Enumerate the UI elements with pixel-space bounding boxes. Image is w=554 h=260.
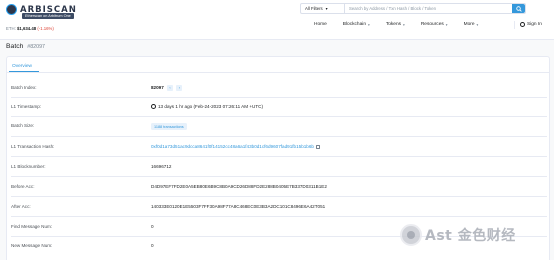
batch-index-label: Batch Index: xyxy=(11,85,37,90)
sign-in-link[interactable]: Sign In xyxy=(520,22,542,27)
row-divider xyxy=(11,156,547,157)
search-filter-dropdown[interactable]: All Filters ▾ xyxy=(301,4,345,13)
main-nav: Home Blockchain ▾ Tokens ▾ Resources ▾ M… xyxy=(314,22,494,27)
eth-price-change: (-1.16%) xyxy=(37,26,54,31)
row-divider xyxy=(11,216,547,217)
watermark: Ast 金色财经 xyxy=(400,224,516,246)
chevron-down-icon: ▾ xyxy=(445,22,448,27)
watermark-logo-icon xyxy=(400,224,422,246)
find-message-num-label: Find Message Num: xyxy=(11,224,53,229)
l1-tx-hash-value: 0xf0d1a73d51ac9dcca8641f0f14152cc48a6a1f… xyxy=(151,144,320,149)
chevron-down-icon: ▾ xyxy=(403,22,405,27)
watermark-text: Ast 金色财经 xyxy=(425,228,516,244)
eth-price-value: $1,634.48 xyxy=(17,26,37,31)
l1-blocknumber-label: L1 Blocknumber: xyxy=(11,164,46,169)
l1-timestamp-value: 13 days 1 hr ago (Feb-24-2023 07:26:11 A… xyxy=(151,104,263,109)
nav-divider xyxy=(514,21,515,29)
search-icon xyxy=(515,5,522,12)
chevron-down-icon: ▾ xyxy=(368,22,370,27)
site-header: ARBISCAN Etherscan on Arbitrum One ETH: … xyxy=(0,0,554,40)
row-divider xyxy=(11,116,547,117)
search-bar: All Filters ▾ xyxy=(300,3,526,14)
nav-more[interactable]: More ▾ xyxy=(464,22,479,27)
network-badge: Etherscan on Arbitrum One xyxy=(22,13,74,19)
nav-home-label: Home xyxy=(314,22,327,27)
user-icon xyxy=(520,22,525,27)
search-input[interactable] xyxy=(345,4,512,13)
l1-timestamp-text: 13 days 1 hr ago (Feb-24-2023 07:26:11 A… xyxy=(158,104,263,109)
nav-resources[interactable]: Resources ▾ xyxy=(421,22,448,27)
clock-icon xyxy=(151,104,156,109)
nav-resources-label: Resources xyxy=(420,22,444,27)
new-message-num-value: 0 xyxy=(151,243,154,248)
l1-blocknumber-link[interactable]: 16696712 xyxy=(151,164,171,169)
chevron-down-icon: ▾ xyxy=(476,22,479,27)
copy-icon[interactable] xyxy=(315,144,320,149)
nav-tokens-label: Tokens xyxy=(385,22,402,27)
filter-label: All Filters xyxy=(305,6,323,11)
after-acc-value: 140333E0120E1E5503F7FF30A98F77A8C468EC0E… xyxy=(151,204,326,209)
eth-label: ETH: xyxy=(6,26,16,31)
nav-tokens[interactable]: Tokens ▾ xyxy=(386,22,405,27)
batch-index-number: 82097 xyxy=(151,85,164,91)
after-acc-label: After Acc: xyxy=(11,204,31,209)
l1-tx-hash-label: L1 Transaction Hash: xyxy=(11,144,55,149)
nav-more-label: More xyxy=(463,22,475,27)
find-message-num-value: 0 xyxy=(151,224,154,229)
nav-home[interactable]: Home xyxy=(314,22,327,27)
chevron-down-icon: ▾ xyxy=(325,7,328,11)
page-title: Batch #82097 xyxy=(6,43,45,50)
batch-size-value: 1188 transactions xyxy=(151,123,187,130)
l1-tx-hash-link[interactable]: 0xf0d1a73d51ac9dcca8641f0f14152cc48a6a1f… xyxy=(151,144,314,149)
sign-in-label: Sign In xyxy=(527,22,542,27)
new-message-num-label: New Message Num: xyxy=(11,243,53,248)
row-divider xyxy=(11,97,547,98)
chevron-left-icon[interactable]: ‹ xyxy=(167,85,174,91)
page-title-text: Batch xyxy=(6,43,24,50)
chevron-right-icon[interactable]: › xyxy=(176,85,183,91)
nav-blockchain[interactable]: Blockchain ▾ xyxy=(343,22,370,27)
row-divider xyxy=(11,176,547,177)
before-acc-label: Before Acc: xyxy=(11,184,35,189)
before-acc-value: D4D97EF7FD2E0A5EB80E6B9C8B0A9CD26D88FD2E… xyxy=(151,184,327,189)
tab-divider xyxy=(7,72,549,73)
arbitrum-logo-icon xyxy=(6,4,17,15)
l1-timestamp-label: L1 Timestamp: xyxy=(11,104,42,109)
batch-size-pill[interactable]: 1188 transactions xyxy=(151,123,187,130)
eth-price: ETH: $1,634.48 (-1.16%) xyxy=(6,26,54,31)
tab-overview[interactable]: Overview xyxy=(12,64,32,69)
nav-blockchain-label: Blockchain xyxy=(342,22,366,27)
search-button[interactable] xyxy=(512,4,525,13)
batch-size-label: Batch Size: xyxy=(11,123,35,128)
batch-index-value: 82097 ‹ › xyxy=(151,85,183,91)
row-divider xyxy=(11,196,547,197)
batch-number: #82097 xyxy=(27,44,45,50)
row-divider xyxy=(11,136,547,137)
